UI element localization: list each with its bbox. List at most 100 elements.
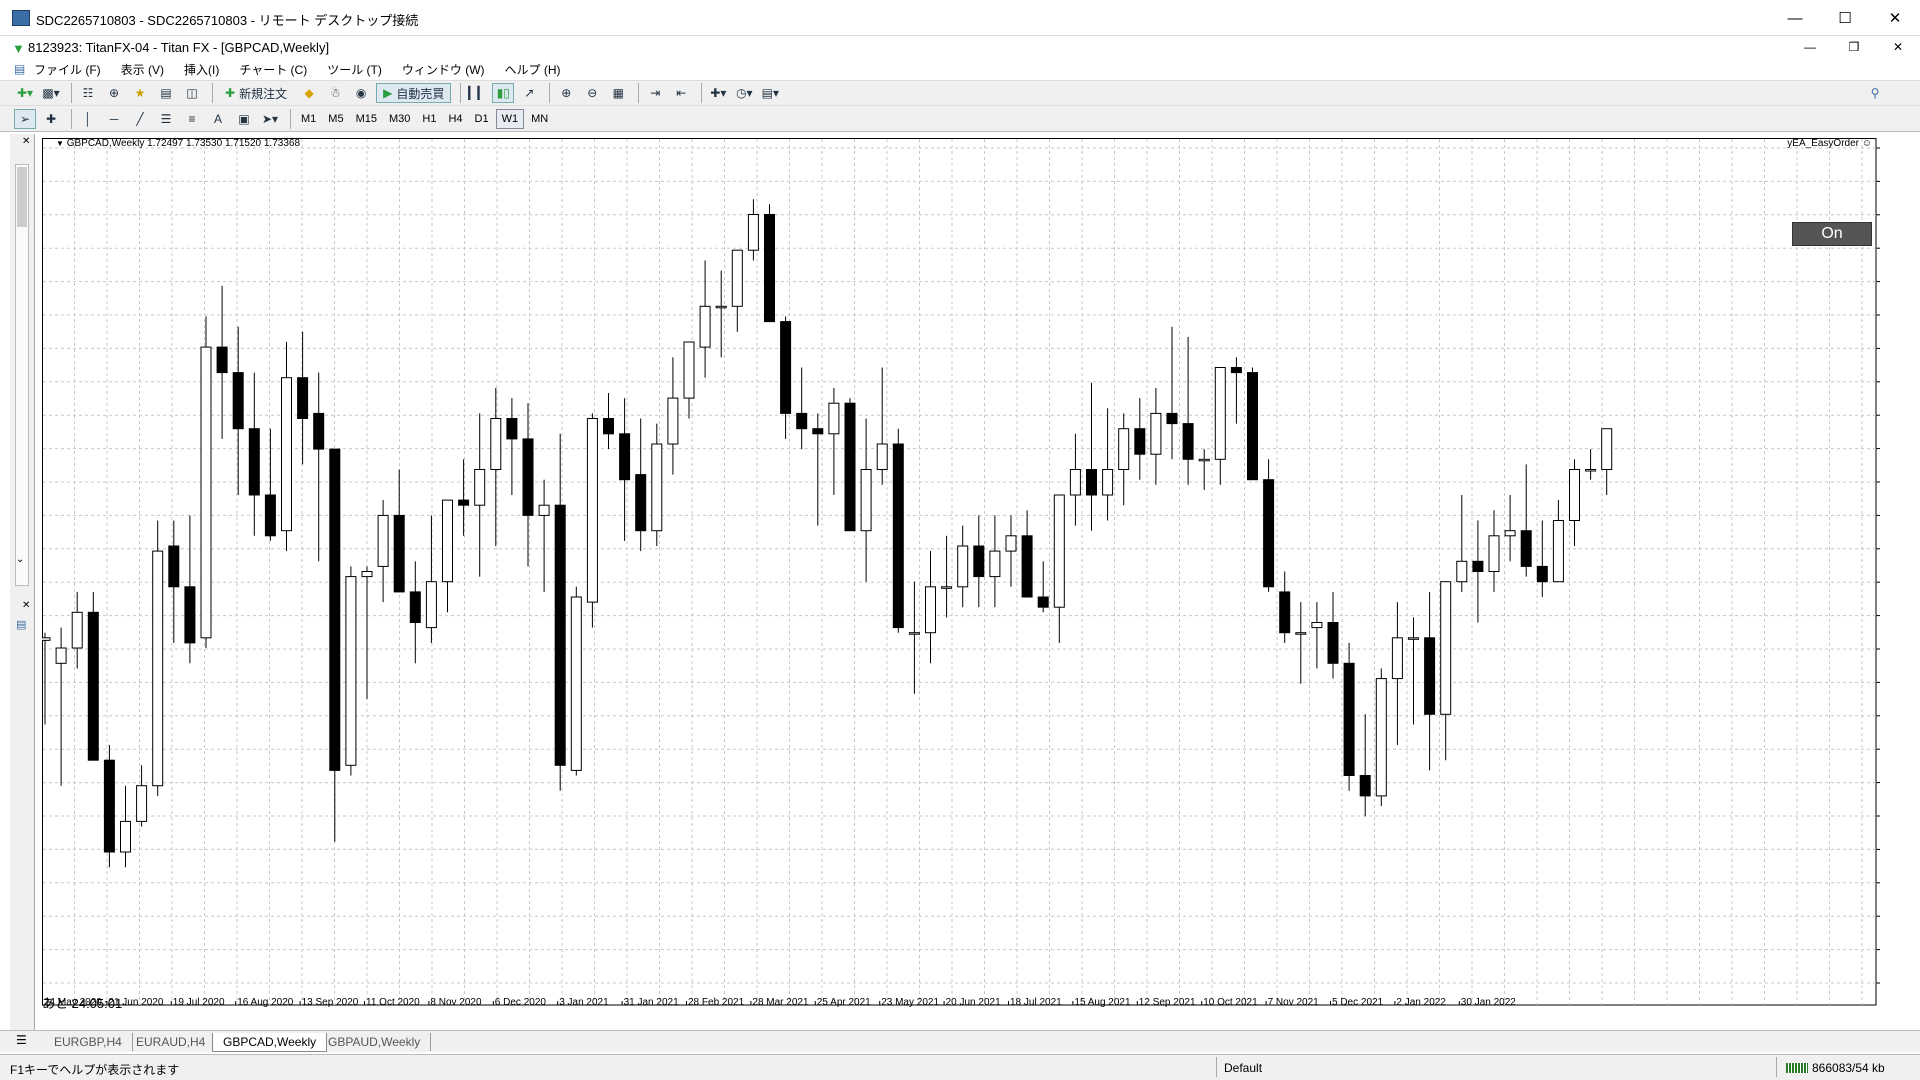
mt4-close-button[interactable]: ✕ bbox=[1876, 36, 1920, 58]
crosshair-icon[interactable]: ⊕ bbox=[103, 83, 125, 103]
menu-help[interactable]: ヘルプ (H) bbox=[505, 61, 561, 78]
candle-bull bbox=[651, 443, 663, 532]
periods-icon[interactable]: ◷▾ bbox=[733, 83, 755, 103]
menu-chart[interactable]: チャート (C) bbox=[239, 61, 307, 78]
x-tick-label: 18 Jul 2021 bbox=[1010, 997, 1062, 1008]
timeframe-m5[interactable]: M5 bbox=[323, 110, 348, 128]
candle-bull bbox=[1069, 469, 1081, 496]
candle-bear bbox=[522, 438, 534, 516]
templates-icon[interactable]: ▤▾ bbox=[759, 83, 781, 103]
candle-bull bbox=[908, 632, 920, 635]
search-icon[interactable]: ⚲ bbox=[1864, 83, 1886, 103]
candle-bull bbox=[200, 346, 212, 639]
navigator-panel-icon[interactable]: ▤ bbox=[16, 618, 26, 631]
candle-bear bbox=[87, 611, 99, 761]
chart-header: ▼ GBPCAD,Weekly 1.72497 1.73530 1.71520 … bbox=[56, 138, 300, 149]
timeframe-h4[interactable]: H4 bbox=[443, 110, 467, 128]
market-watch-icon[interactable]: ☷ bbox=[77, 83, 99, 103]
auto-trade-icon: ▶ bbox=[383, 86, 393, 100]
candle-bear bbox=[248, 428, 260, 496]
candle-bear bbox=[1166, 412, 1178, 425]
zoom-out-icon[interactable]: ⊖ bbox=[581, 83, 603, 103]
timeframe-h1[interactable]: H1 bbox=[417, 110, 441, 128]
chart-menu-icon[interactable]: ▼ bbox=[56, 139, 64, 148]
status-divider bbox=[1776, 1057, 1777, 1077]
signals-icon[interactable]: ☃ bbox=[324, 83, 346, 103]
menu-view[interactable]: 表示 (V) bbox=[121, 61, 164, 78]
scroll-down-icon[interactable]: ⌄ bbox=[16, 554, 24, 565]
trendline-icon[interactable]: ╱ bbox=[129, 109, 151, 129]
candle-bear bbox=[812, 428, 824, 435]
navigator-icon[interactable]: ★ bbox=[129, 83, 151, 103]
candle-bear bbox=[619, 433, 631, 481]
new-order-button[interactable]: ✚ 新規注文 bbox=[218, 83, 294, 103]
tab-gbpcad-weekly[interactable]: GBPCAD,Weekly bbox=[212, 1033, 328, 1052]
metaeditor-icon[interactable]: ◆ bbox=[298, 83, 320, 103]
timeframe-m15[interactable]: M15 bbox=[351, 110, 382, 128]
horizontal-line-icon[interactable]: ─ bbox=[103, 109, 125, 129]
mt4-minimize-button[interactable]: — bbox=[1788, 36, 1832, 58]
market-icon[interactable]: ◉ bbox=[350, 83, 372, 103]
auto-scroll-icon[interactable]: ⇥ bbox=[644, 83, 666, 103]
chart-shift-icon[interactable]: ⇤ bbox=[670, 83, 692, 103]
expert-advisor-label: yEA_EasyOrder ☺ bbox=[1787, 138, 1872, 149]
close-button[interactable]: ✕ bbox=[1870, 0, 1920, 36]
new-chart-icon[interactable]: ✚▾ bbox=[14, 83, 36, 103]
terminal-icon[interactable]: ▤ bbox=[155, 83, 177, 103]
candle-bull bbox=[42, 637, 51, 641]
tab-eurgbp-h4[interactable]: EURGBP,H4 bbox=[44, 1033, 133, 1051]
vertical-line-icon[interactable]: │ bbox=[77, 109, 99, 129]
fibonacci-icon[interactable]: ≡ bbox=[181, 109, 203, 129]
candle-bear bbox=[409, 591, 421, 623]
bar-chart-icon[interactable]: ▎▎ bbox=[466, 83, 488, 103]
indicators-icon[interactable]: ✚▾ bbox=[707, 83, 729, 103]
drawing-toolbar: ➢ ✚ │ ─ ╱ ☰ ≡ A ▣ ➤▾ M1 M5 M15 M30 H1 H4… bbox=[0, 106, 1920, 132]
smiley-icon: ☺ bbox=[1861, 138, 1872, 149]
candle-bear bbox=[603, 418, 614, 435]
tile-windows-icon[interactable]: ▦ bbox=[607, 83, 629, 103]
minimize-button[interactable]: — bbox=[1770, 0, 1820, 36]
profiles-icon[interactable]: ▩▾ bbox=[40, 83, 62, 103]
timeframe-m1[interactable]: M1 bbox=[296, 110, 321, 128]
candle-bull bbox=[731, 249, 743, 307]
menu-file[interactable]: ファイル (F) bbox=[34, 61, 101, 78]
ea-on-button[interactable]: On bbox=[1792, 222, 1872, 246]
tab-gbpaud-weekly[interactable]: GBPAUD,Weekly bbox=[318, 1033, 432, 1051]
arrows-icon[interactable]: ➤▾ bbox=[259, 109, 281, 129]
mt4-restore-button[interactable]: ❐ bbox=[1832, 36, 1876, 58]
maximize-button[interactable]: ☐ bbox=[1820, 0, 1870, 36]
x-tick-label: 25 Apr 2021 bbox=[817, 997, 871, 1008]
chart-tabbar: ☰ EURGBP,H4 EURAUD,H4 GBPCAD,Weekly GBPA… bbox=[0, 1030, 1920, 1052]
text-icon[interactable]: A bbox=[207, 109, 229, 129]
crosshair-tool-icon[interactable]: ✚ bbox=[40, 109, 62, 129]
auto-trade-button[interactable]: ▶ 自動売買 bbox=[376, 83, 452, 103]
close-panel-icon[interactable]: ✕ bbox=[22, 600, 30, 611]
scroll-thumb[interactable] bbox=[17, 167, 27, 227]
menu-tools[interactable]: ツール (T) bbox=[327, 61, 382, 78]
candle-bull bbox=[683, 341, 695, 399]
equidistant-channel-icon[interactable]: ☰ bbox=[155, 109, 177, 129]
tab-list-icon[interactable]: ☰ bbox=[16, 1033, 27, 1047]
connection-icon bbox=[1786, 1063, 1808, 1073]
candle-bear bbox=[635, 474, 647, 532]
candlestick-chart[interactable]: 1.71.71.71.71.71.71.71.71.71.71.71.71.71… bbox=[42, 138, 1882, 1008]
line-chart-icon[interactable]: ↗ bbox=[518, 83, 540, 103]
timeframe-mn[interactable]: MN bbox=[526, 110, 553, 128]
timeframe-m30[interactable]: M30 bbox=[384, 110, 415, 128]
cursor-icon[interactable]: ➢ bbox=[14, 108, 36, 129]
status-divider bbox=[1216, 1057, 1217, 1077]
candle-bull bbox=[1375, 678, 1387, 797]
timeframe-d1[interactable]: D1 bbox=[470, 110, 494, 128]
timeframe-w1[interactable]: W1 bbox=[495, 108, 525, 129]
tester-icon[interactable]: ◫ bbox=[181, 83, 203, 103]
price-chart[interactable]: 1.71.71.71.71.71.71.71.71.71.71.71.71.71… bbox=[42, 138, 1882, 1008]
candlestick-icon[interactable]: ▮▯ bbox=[492, 83, 515, 103]
candle-bear bbox=[168, 545, 180, 588]
menu-window[interactable]: ウィンドウ (W) bbox=[402, 61, 485, 78]
tab-euraud-h4[interactable]: EURAUD,H4 bbox=[126, 1033, 217, 1051]
panel-scrollbar[interactable] bbox=[15, 164, 29, 586]
zoom-in-icon[interactable]: ⊕ bbox=[555, 83, 577, 103]
close-panel-icon[interactable]: ✕ bbox=[22, 136, 30, 147]
menu-insert[interactable]: 挿入(I) bbox=[184, 61, 219, 78]
text-label-icon[interactable]: ▣ bbox=[233, 109, 255, 129]
